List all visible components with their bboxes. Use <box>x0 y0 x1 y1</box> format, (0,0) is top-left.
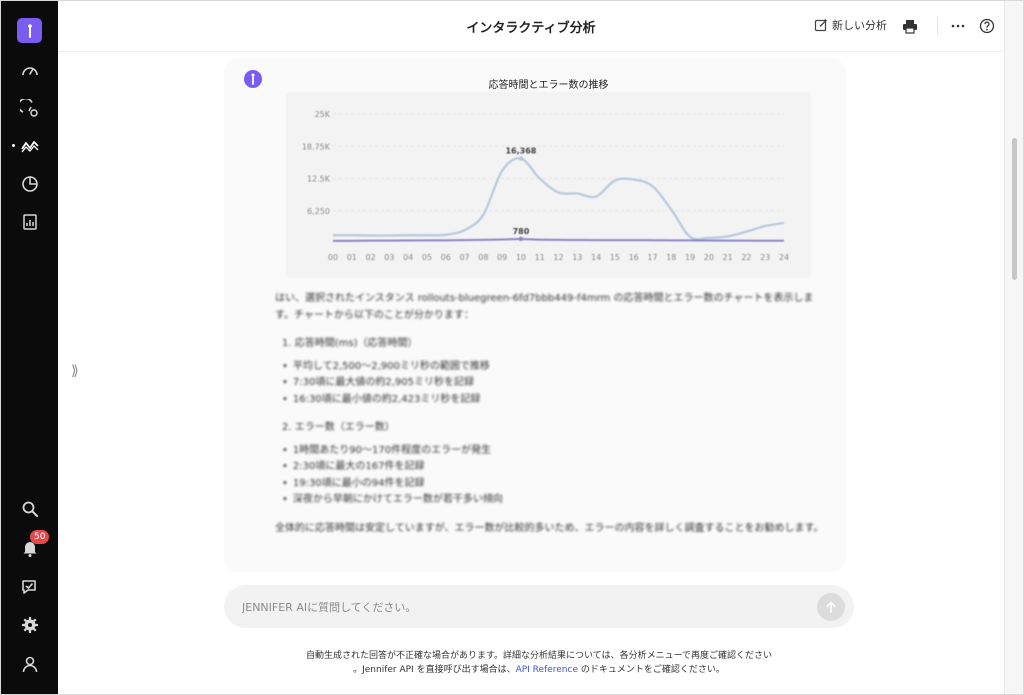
chart-title: 応答時間とエラー数の推移 <box>488 80 609 91</box>
expand-panel-toggle[interactable]: ⟫ <box>71 363 79 379</box>
notification-badge: 50 <box>30 530 50 544</box>
scrollbar-thumb[interactable] <box>1012 138 1017 280</box>
list-item: 2:30頃に最大の167件を記録 <box>282 459 830 476</box>
list-item: 16:30頃に最小値の約2,423ミリ秒を記録 <box>282 392 830 409</box>
search-icon[interactable] <box>17 496 43 522</box>
ai-response-card: 応答時間とエラー数の推移 6,250 12.5K 18.75K 25K 00 01 02 03… <box>224 58 846 572</box>
x-tick-label: 11 <box>535 253 545 262</box>
print-icon <box>903 19 917 34</box>
help-icon <box>979 18 995 34</box>
data-label: 16,368 <box>505 147 536 156</box>
y-tick-label: 18.75K <box>302 142 331 151</box>
data-point <box>518 156 524 161</box>
list-item: 19:30頃に最小の94件を記録 <box>282 476 830 493</box>
y-tick-label: 6,250 <box>307 207 330 216</box>
disclaimer-prefix: 。Jennifer API を直接呼び出す場合は、 <box>353 665 516 675</box>
data-label: 780 <box>513 227 530 236</box>
chart-svg: 6,250 12.5K 18.75K 25K 00 01 02 03 04 05 06 07 08 09 1… <box>302 110 789 262</box>
new-analysis-label: 新しい分析 <box>832 19 887 32</box>
series-line-1 <box>332 157 785 241</box>
x-tick-label: 09 <box>497 253 507 262</box>
x-tick-label: 21 <box>723 253 733 262</box>
new-analysis-button[interactable]: 新しい分析 <box>814 17 887 33</box>
dashboard-gauge-icon[interactable] <box>17 58 43 84</box>
y-tick-label: 25K <box>315 110 331 119</box>
x-tick-label: 16 <box>629 253 639 262</box>
list-item: 深夜から早朝にかけてエラー数が若干多い傾向 <box>282 492 830 509</box>
api-reference-link[interactable]: API Reference <box>516 665 578 675</box>
arrow-up-icon <box>826 601 836 613</box>
chat-check-icon[interactable] <box>17 574 43 600</box>
pie-chart-icon[interactable] <box>17 171 43 197</box>
x-tick-label: 15 <box>610 253 620 262</box>
x-tick-label: 22 <box>741 253 751 262</box>
question-input[interactable] <box>242 597 802 617</box>
x-tick-label: 00 <box>328 253 338 262</box>
x-tick-label: 10 <box>516 253 526 262</box>
response-error-chart: 6,250 12.5K 18.75K 25K 00 01 02 03 04 05 06 07 08 09 1… <box>286 92 811 278</box>
question-input-box <box>224 585 854 628</box>
x-tick-label: 03 <box>384 253 394 262</box>
help-button[interactable] <box>977 16 997 36</box>
section-heading-response-time: 1. 応答時間(ms)（応答時間） <box>282 338 418 349</box>
disclaimer-suffix: のドキュメントをご確認ください。 <box>578 665 725 675</box>
x-tick-label: 17 <box>647 253 657 262</box>
sidebar: 50 <box>0 0 58 695</box>
disclaimer-line-2: 。Jennifer API を直接呼び出す場合は、API Reference の… <box>224 662 854 675</box>
ai-message: はい、選択されたインスタンス rollouts-bluegreen-6fd7bb… <box>275 291 830 537</box>
x-tick-label: 07 <box>459 253 469 262</box>
x-tick-label: 12 <box>553 253 563 262</box>
report-chart-icon[interactable] <box>17 209 43 235</box>
active-indicator <box>12 144 15 147</box>
x-tick-label: 18 <box>666 253 676 262</box>
analysis-wave-icon[interactable] <box>17 133 43 159</box>
list-item: 7:30頃に最大値の約2,905ミリ秒を記録 <box>282 375 830 392</box>
send-button[interactable] <box>817 593 845 621</box>
x-tick-label: 14 <box>591 253 601 262</box>
user-icon[interactable] <box>17 651 43 677</box>
message-summary: 全体的に応答時間は安定していますが、エラー数が比較的多いため、エラーの内容を詳し… <box>275 522 824 534</box>
more-button[interactable] <box>948 16 968 36</box>
x-tick-label: 20 <box>704 253 714 262</box>
x-tick-label: 19 <box>685 253 695 262</box>
error-count-list: 1時間あたり90～170件程度のエラーが発生 2:30頃に最大の167件を記録 … <box>282 443 830 509</box>
section-heading-errors: 2. エラー数（エラー数） <box>282 422 395 433</box>
data-point <box>518 236 524 242</box>
top-header: インタラクティブ分析 新しい分析 <box>58 0 1004 52</box>
jennifer-logo[interactable] <box>17 18 42 43</box>
list-item: 1時間あたり90～170件程度のエラーが発生 <box>282 443 830 460</box>
x-tick-label: 13 <box>572 253 582 262</box>
x-tick-label: 05 <box>422 253 432 262</box>
header-separator <box>937 17 938 35</box>
x-tick-label: 01 <box>347 253 357 262</box>
message-intro: はい、選択されたインスタンス rollouts-bluegreen-6fd7bb… <box>275 293 814 321</box>
list-item: 平均して2,500～2,900ミリ秒の範囲で推移 <box>282 359 830 376</box>
x-tick-label: 23 <box>760 253 770 262</box>
ai-avatar <box>244 70 262 88</box>
gear-icon[interactable] <box>17 612 43 638</box>
print-button[interactable] <box>900 16 920 36</box>
series-line-2 <box>332 237 785 242</box>
disclaimer-line-1: 自動生成された回答が不正確な場合があります。詳細な分析結果については、各分析メニ… <box>305 651 773 661</box>
y-tick-label: 12.5K <box>307 175 331 184</box>
x-tick-label: 08 <box>478 253 488 262</box>
x-tick-label: 24 <box>779 253 789 262</box>
x-tick-label: 02 <box>365 253 375 262</box>
more-icon <box>951 24 965 28</box>
edit-icon <box>814 19 827 32</box>
x-tick-label: 06 <box>441 253 451 262</box>
response-time-list: 平均して2,500～2,900ミリ秒の範囲で推移 7:30頃に最大値の約2,90… <box>282 359 830 409</box>
x-tick-label: 04 <box>403 253 413 262</box>
gauge-settings-icon[interactable] <box>17 96 43 122</box>
